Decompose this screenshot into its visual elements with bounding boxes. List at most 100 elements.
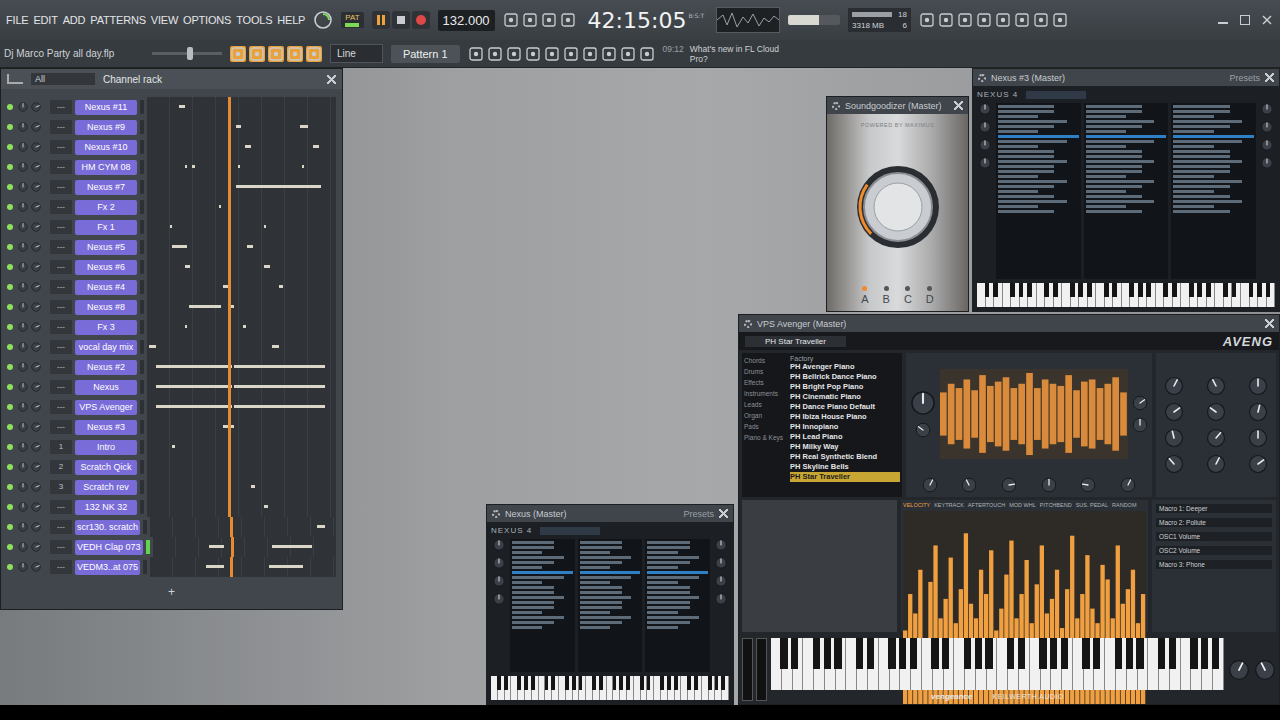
nexus-list-row[interactable]	[998, 140, 1067, 143]
black-key[interactable]	[780, 638, 787, 669]
nexus-list-row[interactable]	[998, 115, 1038, 118]
channel-name-button[interactable]: Nexus	[75, 380, 137, 395]
nexus-list-row[interactable]	[1173, 180, 1242, 183]
mixer-track[interactable]: ---	[50, 240, 72, 254]
channel-name-button[interactable]: Scratch Qick	[75, 460, 137, 475]
plugin-titlebar[interactable]: Soundgoodizer (Master)	[827, 97, 968, 114]
nexus-list-row[interactable]	[512, 596, 564, 599]
mode-option[interactable]: B	[883, 286, 890, 305]
channel-mute-led[interactable]	[7, 244, 13, 250]
playlist-icon[interactable]	[230, 46, 246, 62]
category-item[interactable]: Chords	[744, 357, 786, 364]
nexus-knob[interactable]	[1261, 103, 1273, 115]
black-key[interactable]	[910, 638, 917, 669]
nexus-list-row[interactable]	[512, 571, 573, 574]
black-key[interactable]	[579, 676, 583, 690]
nexus-list-row[interactable]	[1086, 160, 1155, 163]
nexus-list-row[interactable]	[1173, 195, 1229, 198]
close-icon[interactable]	[1265, 319, 1274, 328]
nexus-list-row[interactable]	[580, 626, 610, 629]
note[interactable]	[238, 165, 240, 168]
nexus-list-row[interactable]	[1173, 175, 1213, 178]
channel-name-button[interactable]: Nexus #6	[75, 260, 137, 275]
nexus-list-row[interactable]	[1173, 170, 1229, 173]
nexus-knob[interactable]	[493, 557, 505, 569]
channel-mute-led[interactable]	[7, 224, 13, 230]
mixer-track[interactable]: ---	[50, 520, 72, 534]
black-key[interactable]	[899, 638, 906, 669]
channel-row[interactable]: 1 Intro	[7, 437, 336, 457]
note[interactable]	[272, 545, 312, 548]
mixer-icon[interactable]	[938, 12, 954, 28]
macro-item[interactable]: Macro 3: Phone	[1156, 560, 1272, 569]
mixer-track[interactable]: ---	[50, 400, 72, 414]
category-item[interactable]: Instruments	[744, 390, 786, 397]
nexus-list-row[interactable]	[1173, 185, 1229, 188]
nexus-list-row[interactable]	[1086, 205, 1126, 208]
nexus-list-row[interactable]	[647, 561, 689, 564]
nexus-list-row[interactable]	[580, 611, 610, 614]
nexus-list-row[interactable]	[1173, 130, 1213, 133]
step-grid[interactable]	[147, 117, 336, 137]
channel-row[interactable]: --- vocal day mix	[7, 337, 336, 357]
channel-pan-knob[interactable]	[18, 442, 28, 452]
preset-item[interactable]: PH Bellrick Dance Piano	[790, 372, 900, 382]
nexus-window[interactable]: Nexus (Master) Presets NEXUS 4	[486, 504, 734, 705]
nexus-list-row[interactable]	[1086, 200, 1155, 203]
channel-pan-knob[interactable]	[18, 542, 28, 552]
black-key[interactable]	[1010, 283, 1015, 297]
nexus-preset-field[interactable]	[540, 527, 600, 535]
step-grid[interactable]	[147, 197, 336, 217]
nexus-list-row[interactable]	[512, 611, 542, 614]
channel-select-indicator[interactable]	[140, 200, 144, 214]
preset-item[interactable]: PH Dance Piano Default	[790, 402, 900, 412]
channel-name-button[interactable]: HM CYM 08	[75, 160, 137, 175]
step-grid[interactable]	[147, 317, 336, 337]
black-key[interactable]	[592, 676, 596, 690]
channel-pan-knob[interactable]	[18, 282, 28, 292]
arrow-icon[interactable]	[249, 46, 265, 62]
note[interactable]	[264, 505, 268, 508]
channel-row[interactable]: --- VEDM3..at 075	[7, 557, 336, 577]
black-key[interactable]	[708, 676, 712, 690]
channel-row[interactable]: --- Nexus #6	[7, 257, 336, 277]
nexus-list-row[interactable]	[580, 541, 622, 544]
nexus-list-row[interactable]	[512, 556, 564, 559]
note[interactable]	[234, 385, 325, 388]
black-key[interactable]	[791, 638, 798, 669]
channel-mute-led[interactable]	[7, 264, 13, 270]
black-key[interactable]	[647, 676, 651, 690]
channel-name-button[interactable]: VPS Avenger	[75, 400, 137, 415]
nexus-list-row[interactable]	[1173, 120, 1242, 123]
channel-name-button[interactable]: Intro	[75, 440, 137, 455]
step-grid[interactable]	[147, 177, 336, 197]
channel-row[interactable]: --- Nexus	[7, 377, 336, 397]
osc-knob[interactable]	[922, 477, 938, 493]
channel-select-indicator[interactable]	[140, 240, 144, 254]
black-key[interactable]	[524, 676, 528, 690]
note[interactable]	[300, 125, 308, 128]
nexus-list-row[interactable]	[998, 200, 1067, 203]
nexus-list-row[interactable]	[1173, 110, 1229, 113]
avenger-keyboard[interactable]	[771, 638, 1224, 690]
nexus-list-row[interactable]	[580, 581, 610, 584]
channel-pan-knob[interactable]	[18, 402, 28, 412]
preset-item[interactable]: PH Lead Piano	[790, 432, 900, 442]
channel-mute-led[interactable]	[7, 524, 13, 530]
black-key[interactable]	[531, 676, 535, 690]
filter-knob[interactable]	[1206, 402, 1226, 422]
osc-knob[interactable]	[1132, 417, 1148, 433]
nexus-list-row[interactable]	[1086, 195, 1142, 198]
nexus-knob[interactable]	[979, 103, 991, 115]
nexus-list-row[interactable]	[647, 586, 689, 589]
channel-volume-knob[interactable]	[31, 422, 41, 432]
filter-knob[interactable]	[1248, 402, 1268, 422]
vps-avenger-window[interactable]: VPS Avenger (Master) PH Star Traveller A…	[738, 314, 1280, 705]
touch-icon[interactable]	[639, 46, 655, 62]
black-key[interactable]	[813, 638, 820, 669]
metronome-icon[interactable]	[503, 12, 519, 28]
step-grid[interactable]	[147, 297, 336, 317]
channel-mute-led[interactable]	[7, 464, 13, 470]
category-item[interactable]: Leads	[744, 401, 786, 408]
nexus-3-window[interactable]: Nexus #3 (Master) Presets NEXUS 4	[972, 68, 1280, 312]
